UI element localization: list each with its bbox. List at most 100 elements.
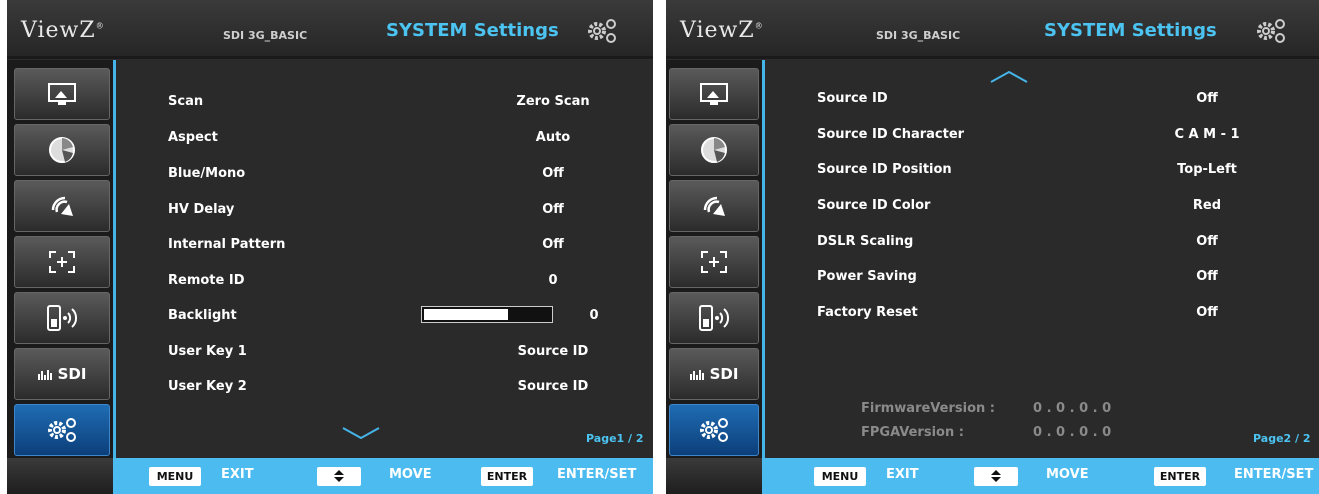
move-label: MOVE [389, 467, 432, 482]
setting-row-source-id[interactable]: Source ID Off [817, 91, 1317, 115]
setting-row-user-key-2[interactable]: User Key 2 Source ID [168, 379, 653, 403]
backlight-slider-fill [424, 309, 509, 320]
sidebar-item-system[interactable] [669, 404, 759, 456]
sidebar-item-audio[interactable] [669, 180, 759, 232]
setting-row-hv-delay[interactable]: HV Delay Off [168, 202, 653, 226]
setting-value: Off [542, 166, 564, 181]
move-label: MOVE [1046, 467, 1089, 482]
sidebar-item-system[interactable] [14, 404, 110, 456]
setting-value: Off [1196, 234, 1218, 249]
system-settings-page-1: ViewZ® SDI 3G_BASIC SYSTEM Settings SDI [7, 0, 653, 494]
setting-label: HV Delay [168, 202, 235, 217]
setting-value: Off [1196, 91, 1218, 106]
setting-label: Source ID [817, 91, 888, 106]
setting-label: Scan [168, 94, 204, 109]
sdi-level-icon [689, 370, 704, 380]
model-name: SDI 3G_BASIC [876, 29, 961, 42]
setting-row-blue-mono[interactable]: Blue/Mono Off [168, 166, 653, 190]
setting-value: Source ID [517, 379, 589, 394]
settings-list: Scan Zero Scan Aspect Auto Blue/Mono Off… [113, 60, 653, 458]
remote-signal-icon [699, 305, 730, 331]
sidebar-item-audio[interactable] [14, 180, 110, 232]
setting-label: Source ID Color [817, 198, 931, 213]
setting-value: C A M - 1 [1174, 127, 1240, 142]
scroll-down-arrow-icon[interactable] [341, 426, 381, 440]
menu-key[interactable]: MENU [814, 467, 866, 486]
setting-value: Source ID [517, 344, 589, 359]
settings-gear-icon [588, 19, 616, 43]
setting-label: Blue/Mono [168, 166, 246, 181]
sidebar-item-marker[interactable] [669, 236, 759, 288]
system-gear-icon [700, 418, 728, 442]
footer-key-bar: MENU EXIT MOVE ENTER ENTER/SET [762, 458, 1319, 494]
setting-row-dslr-scaling[interactable]: DSLR Scaling Off [817, 234, 1317, 258]
setting-row-power-saving[interactable]: Power Saving Off [817, 269, 1317, 293]
firmware-version-label: FirmwareVersion : [861, 401, 995, 416]
setting-label: Source ID Position [817, 162, 952, 177]
sidebar-item-sdi[interactable]: SDI [669, 348, 759, 400]
backlight-slider[interactable] [421, 306, 553, 323]
sidebar: SDI [666, 60, 762, 458]
setting-row-source-id-character[interactable]: Source ID Character C A M - 1 [817, 127, 1317, 151]
setting-value: Off [542, 237, 564, 252]
color-wheel-icon [49, 137, 75, 163]
setting-row-scan[interactable]: Scan Zero Scan [168, 94, 653, 118]
setting-label: User Key 2 [168, 379, 247, 394]
setting-row-user-key-1[interactable]: User Key 1 Source ID [168, 344, 653, 368]
setting-row-source-id-position[interactable]: Source ID Position Top-Left [817, 162, 1317, 186]
page-indicator: Page2 / 2 [1253, 432, 1311, 445]
setting-label: Internal Pattern [168, 237, 286, 252]
sidebar-item-picture[interactable] [669, 68, 759, 120]
footer-left-cap [666, 458, 762, 494]
up-down-arrow-icon [991, 470, 1001, 482]
picture-icon [700, 83, 728, 105]
audio-signal-icon [703, 196, 725, 216]
exit-label: EXIT [886, 467, 919, 482]
setting-value: Red [1192, 198, 1222, 213]
sidebar-item-marker[interactable] [14, 236, 110, 288]
enter-key[interactable]: ENTER [1154, 467, 1206, 486]
sidebar-item-remote[interactable] [669, 292, 759, 344]
setting-row-factory-reset[interactable]: Factory Reset Off [817, 305, 1317, 329]
move-key[interactable] [317, 467, 361, 486]
header: ViewZ® SDI 3G_BASIC SYSTEM Settings [666, 0, 1319, 59]
settings-list: Source ID Off Source ID Character C A M … [762, 60, 1319, 458]
sidebar-item-color[interactable] [669, 124, 759, 176]
sidebar-item-color[interactable] [14, 124, 110, 176]
model-name: SDI 3G_BASIC [223, 29, 308, 42]
sidebar-item-picture[interactable] [14, 68, 110, 120]
footer: MENU EXIT MOVE ENTER ENTER/SET [666, 458, 1319, 494]
setting-label: Remote ID [168, 273, 245, 288]
setting-row-source-id-color[interactable]: Source ID Color Red [817, 198, 1317, 222]
sidebar-item-remote[interactable] [14, 292, 110, 344]
setting-row-aspect[interactable]: Aspect Auto [168, 130, 653, 154]
setting-label: Backlight [168, 308, 237, 323]
setting-value: Off [1196, 305, 1218, 320]
setting-value: 0 [589, 308, 599, 323]
sidebar: SDI [7, 60, 113, 458]
header: ViewZ® SDI 3G_BASIC SYSTEM Settings [7, 0, 653, 59]
up-down-arrow-icon [334, 470, 344, 482]
menu-key[interactable]: MENU [149, 467, 201, 486]
enter-set-label: ENTER/SET [557, 467, 637, 482]
page-title: SYSTEM Settings [386, 20, 559, 41]
sdi-label: SDI [709, 365, 739, 383]
setting-row-remote-id[interactable]: Remote ID 0 [168, 273, 653, 297]
enter-key[interactable]: ENTER [481, 467, 533, 486]
setting-row-backlight[interactable]: Backlight 0 [168, 306, 653, 332]
footer: MENU EXIT MOVE ENTER ENTER/SET [7, 458, 653, 494]
footer-key-bar: MENU EXIT MOVE ENTER ENTER/SET [113, 458, 653, 494]
move-key[interactable] [974, 467, 1018, 486]
setting-value: Off [542, 202, 564, 217]
fpga-version-value: 0 . 0 . 0 . 0 [1033, 425, 1112, 440]
setting-row-internal-pattern[interactable]: Internal Pattern Off [168, 237, 653, 261]
sdi-label: SDI [57, 365, 87, 383]
scroll-up-arrow-icon[interactable] [989, 70, 1029, 84]
firmware-version-value: 0 . 0 . 0 . 0 [1033, 401, 1112, 416]
brand-logo: ViewZ® [21, 18, 105, 43]
marker-icon [49, 251, 75, 273]
fpga-version-label: FPGAVersion : [861, 425, 964, 440]
setting-label: DSLR Scaling [817, 234, 914, 249]
page-indicator: Page1 / 2 [586, 432, 644, 445]
sidebar-item-sdi[interactable]: SDI [14, 348, 110, 400]
